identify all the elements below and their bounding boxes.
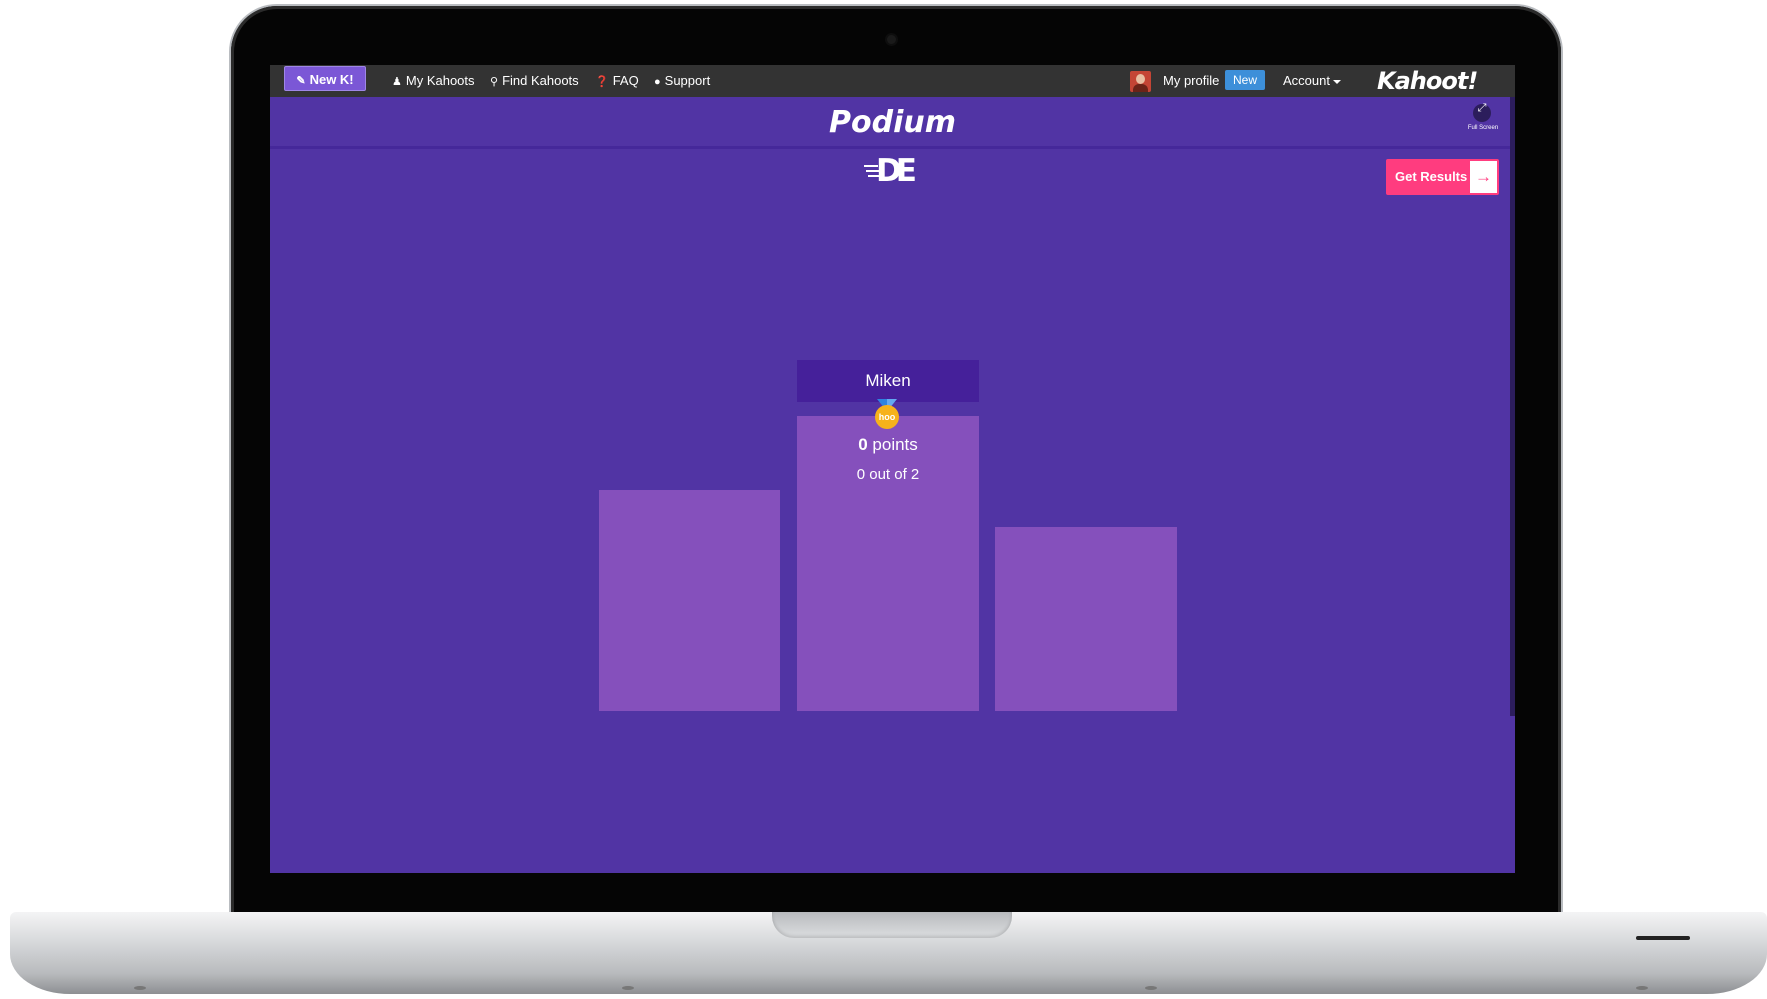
laptop-notch: [772, 912, 1012, 938]
nav-my-kahoots[interactable]: ♟ My Kahoots: [392, 65, 475, 97]
get-results-label: Get Results: [1395, 169, 1468, 184]
get-results-button[interactable]: Get Results →: [1386, 159, 1499, 195]
user-icon: ♟: [392, 76, 402, 88]
nav-faq[interactable]: ❓ FAQ: [595, 65, 639, 97]
points-unit: points: [872, 435, 918, 454]
fullscreen-button[interactable]: ⤢: [1473, 102, 1491, 122]
winner-name: Miken: [797, 360, 979, 402]
chat-bubble-icon: ●: [654, 76, 661, 88]
chevron-down-icon: [1332, 79, 1341, 84]
laptop-foot: [1145, 986, 1157, 990]
podium-first-place: [797, 416, 979, 711]
my-profile-link[interactable]: My profile: [1163, 65, 1219, 97]
fullscreen-label: Full Screen: [1467, 125, 1499, 131]
nav-label: FAQ: [612, 73, 639, 88]
question-circle-icon: ❓: [595, 76, 609, 88]
expand-icon: ⤢: [1477, 102, 1487, 114]
scrollbar[interactable]: [1510, 97, 1515, 716]
kahoot-logo[interactable]: Kahoot!: [1377, 65, 1478, 97]
winner-points: 0 points: [797, 435, 979, 455]
new-kahoot-label: New K!: [309, 72, 354, 87]
game-logo-text: DE: [876, 153, 917, 189]
edit-icon: ✎: [296, 75, 306, 87]
podium-third-place: [995, 527, 1177, 711]
header-divider: [270, 146, 1515, 149]
podium-second-place: [599, 490, 780, 711]
account-dropdown[interactable]: Account: [1283, 65, 1341, 97]
camera-icon: [887, 35, 896, 44]
gold-medal-icon: hoo: [875, 405, 899, 429]
app-screen: ✎ New K! ♟ My Kahoots ⚲ Find Kahoots ❓ FAQ ●…: [270, 65, 1515, 873]
nav-support[interactable]: ● Support: [654, 65, 710, 97]
page-title: Podium: [829, 105, 956, 140]
account-label: Account: [1283, 73, 1330, 88]
arrow-right-icon: →: [1470, 161, 1497, 193]
new-kahoot-button[interactable]: ✎ New K!: [284, 66, 366, 91]
search-icon: ⚲: [490, 76, 499, 88]
nav-label: My Kahoots: [405, 73, 475, 88]
laptop-foot: [134, 986, 146, 990]
nav-label: Support: [664, 73, 711, 88]
laptop-foot: [1636, 986, 1648, 990]
nav-label: Find Kahoots: [502, 73, 579, 88]
winner-correct-count: 0 out of 2: [856, 466, 920, 483]
avatar[interactable]: [1130, 71, 1151, 92]
laptop-slot: [1636, 936, 1690, 940]
game-logo: DE: [864, 153, 917, 189]
new-badge: New: [1225, 70, 1265, 90]
points-value: 0: [858, 435, 868, 454]
top-navbar: ✎ New K! ♟ My Kahoots ⚲ Find Kahoots ❓ FAQ ●…: [270, 65, 1515, 97]
laptop-foot: [622, 986, 634, 990]
nav-find-kahoots[interactable]: ⚲ Find Kahoots: [490, 65, 579, 97]
